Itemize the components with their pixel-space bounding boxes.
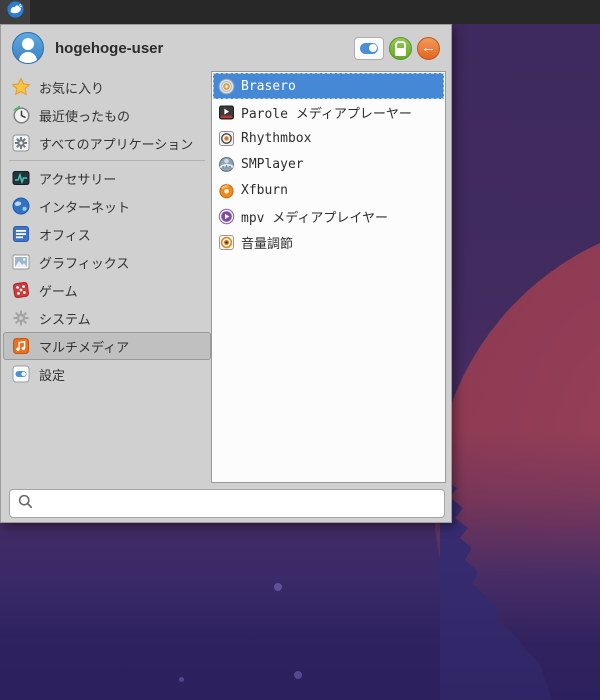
- sidebar-item-games[interactable]: ゲーム: [3, 276, 211, 304]
- sidebar-item-internet[interactable]: インターネット: [3, 192, 211, 220]
- app-item-mpv[interactable]: mpv メディアプレイヤー: [213, 203, 444, 229]
- user-avatar: [12, 32, 44, 64]
- accessories-monitor-icon: [11, 168, 31, 188]
- sidebar-item-label: アクセサリー: [39, 171, 117, 187]
- app-item-volume-control[interactable]: 音量調節: [213, 229, 444, 255]
- app-item-label: Xfburn: [241, 182, 288, 198]
- smplayer-film-icon: [218, 156, 235, 173]
- whisker-menu-window: hogehoge-user ← お気に入り 最近使ったもの すべてのアプリケーシ…: [0, 24, 452, 523]
- globe-icon: [11, 196, 31, 216]
- multimedia-note-icon: [11, 336, 31, 356]
- rhythmbox-speaker-icon: [218, 130, 235, 147]
- office-document-icon: [11, 224, 31, 244]
- menu-header: hogehoge-user ←: [1, 25, 451, 71]
- username-label: hogehoge-user: [55, 39, 164, 57]
- mpv-play-icon: [218, 208, 235, 225]
- sidebar-item-label: 設定: [39, 367, 66, 383]
- sidebar-item-favorites[interactable]: お気に入り: [3, 73, 211, 101]
- sidebar-item-recently-used[interactable]: 最近使ったもの: [3, 101, 211, 129]
- sidebar-item-office[interactable]: オフィス: [3, 220, 211, 248]
- sidebar-item-all-applications[interactable]: すべてのアプリケーション: [3, 129, 211, 157]
- sidebar-item-label: ゲーム: [39, 283, 78, 299]
- sidebar-separator: [9, 160, 205, 161]
- settings-switch-icon: [11, 364, 31, 384]
- clock-history-icon: [11, 105, 31, 125]
- dice-icon: [11, 280, 31, 300]
- app-item-xfburn[interactable]: Xfburn: [213, 177, 444, 203]
- app-item-smplayer[interactable]: SMPlayer: [213, 151, 444, 177]
- lock-icon: [395, 40, 406, 48]
- app-item-label: SMPlayer: [241, 156, 304, 172]
- all-apps-gear-icon: [11, 133, 31, 153]
- parole-player-icon: [218, 104, 235, 121]
- arrow-left-icon: ←: [421, 39, 436, 56]
- application-list: Brasero Parole メディアプレーヤー Rhythmbox SMPla…: [211, 71, 446, 483]
- search-input[interactable]: [40, 495, 436, 512]
- app-item-parole[interactable]: Parole メディアプレーヤー: [213, 99, 444, 125]
- log-out-button[interactable]: ←: [417, 36, 440, 60]
- sidebar-item-graphics[interactable]: グラフィックス: [3, 248, 211, 276]
- xfce-top-panel: [0, 0, 600, 24]
- sidebar-item-label: マルチメディア: [39, 339, 130, 355]
- app-item-label: Parole メディアプレーヤー: [241, 106, 412, 122]
- whisker-menu-button[interactable]: [0, 0, 30, 24]
- search-box: [9, 489, 445, 518]
- sidebar-item-system[interactable]: システム: [3, 304, 211, 332]
- sidebar-item-label: 最近使ったもの: [39, 108, 131, 124]
- app-item-rhythmbox[interactable]: Rhythmbox: [213, 125, 444, 151]
- app-item-label: mpv メディアプレイヤー: [241, 210, 389, 226]
- toggle-icon: [360, 42, 378, 54]
- app-item-label: 音量調節: [241, 236, 294, 252]
- sidebar-item-label: インターネット: [39, 199, 131, 215]
- header-actions: ←: [354, 36, 440, 60]
- app-item-brasero[interactable]: Brasero: [213, 73, 444, 99]
- sidebar-item-label: システム: [39, 311, 91, 327]
- wallpaper-sparkle: [274, 583, 282, 591]
- graphics-photo-icon: [11, 252, 31, 272]
- app-item-label: Brasero: [241, 78, 296, 94]
- star-icon: [11, 77, 31, 97]
- category-sidebar: お気に入り 最近使ったもの すべてのアプリケーション アクセサリー インターネッ…: [3, 73, 211, 388]
- brasero-disc-icon: [218, 78, 235, 95]
- sidebar-item-label: オフィス: [39, 227, 91, 243]
- wallpaper-sparkle: [179, 677, 184, 682]
- sidebar-item-settings[interactable]: 設定: [3, 360, 211, 388]
- system-gear-icon: [11, 308, 31, 328]
- wallpaper-sparkle: [294, 671, 302, 679]
- lock-screen-button[interactable]: [389, 36, 412, 60]
- sidebar-item-label: すべてのアプリケーション: [39, 136, 194, 152]
- whisker-menu-icon: [6, 1, 24, 23]
- settings-toggle-button[interactable]: [354, 36, 384, 60]
- sidebar-item-label: グラフィックス: [39, 255, 130, 271]
- app-item-label: Rhythmbox: [241, 130, 312, 146]
- sidebar-item-label: お気に入り: [39, 80, 105, 96]
- volume-speaker-icon: [218, 234, 235, 251]
- sidebar-item-multimedia[interactable]: マルチメディア: [3, 332, 211, 360]
- search-icon: [18, 494, 33, 514]
- xfburn-disc-icon: [218, 182, 235, 199]
- sidebar-item-accessories[interactable]: アクセサリー: [3, 164, 211, 192]
